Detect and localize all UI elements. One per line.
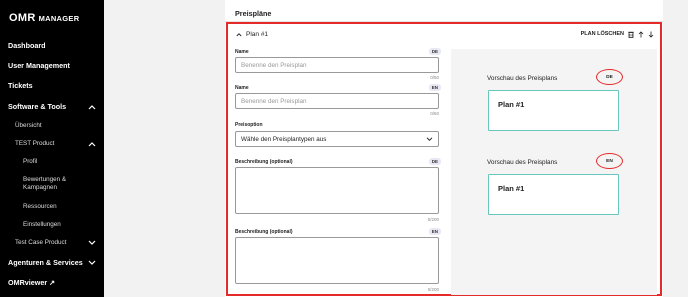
sidebar-item-test-case-product[interactable]: Test Case Product [15, 239, 96, 246]
logo-text: OMR [9, 12, 36, 24]
chevron-down-icon[interactable] [88, 260, 96, 266]
sidebar: OMR MANAGER Dashboard User Management Ti… [0, 0, 104, 297]
arrow-down-icon[interactable] [648, 31, 654, 38]
sidebar-item-user-management[interactable]: User Management [8, 61, 96, 70]
name-de-label-row: Name DE [235, 48, 441, 55]
arrow-up-icon[interactable] [638, 30, 644, 38]
preview-de-card-title: Plan #1 [498, 100, 525, 109]
preview-en-card: Plan #1 [488, 174, 619, 215]
description-en-label-row: Beschreibung (optional) EN [235, 228, 441, 235]
right-gutter [663, 0, 688, 297]
sidebar-item-agenturen-services[interactable]: Agenturen & Services [8, 258, 96, 267]
sidebar-item-bewertungen[interactable]: Bewertungen & Kampagnen [23, 176, 83, 192]
description-en-counter: 0/200 [427, 287, 439, 292]
name-en-label-row: Name EN [235, 84, 441, 91]
sidebar-item-ressourcen[interactable]: Ressourcen [23, 203, 96, 210]
name-en-placeholder: Benenne den Preisplan [241, 97, 307, 105]
name-en-label: Name [235, 84, 249, 91]
trash-icon[interactable] [628, 31, 634, 38]
plan-header: Plan #1 PLAN LÖSCHEN [236, 29, 654, 39]
language-badge-en: EN [428, 84, 441, 91]
name-en-input[interactable]: Benenne den Preisplan [235, 93, 439, 109]
price-option-label-row: Preisoption [235, 122, 441, 128]
sidebar-item-tickets[interactable]: Tickets [8, 81, 96, 90]
sidebar-item-label: User Management [8, 61, 70, 70]
sidebar-item-label: Software & Tools [8, 102, 67, 111]
chevron-down-icon[interactable] [88, 240, 96, 246]
preview-en-label: Vorschau des Preisplans [487, 159, 558, 166]
sidebar-item-einstellungen[interactable]: Einstellungen [23, 221, 96, 228]
description-de-label: Beschreibung (optional) [235, 158, 293, 165]
language-badge-de: DE [428, 48, 441, 55]
chevron-down-icon [426, 136, 433, 142]
sidebar-item-label: Einstellungen [23, 221, 61, 228]
preview-de-label: Vorschau des Preisplans [487, 75, 558, 82]
sidebar-item-uebersicht[interactable]: Übersicht [15, 122, 96, 129]
price-plan-card: Plan #1 PLAN LÖSCHEN Name DE Benenne den… [226, 22, 662, 296]
sidebar-item-label: OMRviewer ↗ [8, 278, 56, 287]
sidebar-item-profil[interactable]: Profil [23, 158, 96, 165]
name-de-placeholder: Benenne den Preisplan [241, 61, 307, 69]
description-de-label-row: Beschreibung (optional) DE [235, 158, 441, 165]
sidebar-item-software-tools[interactable]: Software & Tools [8, 102, 96, 111]
main-content: Preispläne Plan #1 PLAN LÖSCHEN Name DE … [225, 0, 663, 297]
delete-plan-button[interactable]: PLAN LÖSCHEN [581, 31, 624, 37]
sidebar-item-label: Dashboard [8, 41, 46, 50]
description-en-label: Beschreibung (optional) [235, 228, 293, 235]
name-de-label: Name [235, 48, 249, 55]
price-option-label: Preisoption [235, 122, 263, 128]
chevron-up-icon[interactable] [236, 32, 242, 37]
logo-subtitle: MANAGER [38, 13, 80, 23]
price-option-value: Wähle den Preisplantypen aus [241, 135, 327, 143]
preview-de-card: Plan #1 [488, 90, 619, 131]
sidebar-item-label: Tickets [8, 81, 33, 90]
description-de-counter: 0/200 [427, 217, 439, 222]
chevron-up-icon[interactable] [88, 104, 96, 110]
language-badge-en: EN [428, 228, 441, 235]
sidebar-item-dashboard[interactable]: Dashboard [8, 41, 96, 50]
plan-preview-panel: Vorschau des Preisplans DE Plan #1 Vorsc… [451, 49, 657, 295]
preview-de-language: DE [596, 69, 623, 85]
price-option-select[interactable]: Wähle den Preisplantypen aus [235, 131, 439, 147]
plan-title: Plan #1 [246, 30, 269, 38]
sidebar-item-label: Bewertungen & Kampagnen [23, 176, 67, 191]
plan-actions: PLAN LÖSCHEN [581, 30, 654, 38]
preview-en-card-title: Plan #1 [498, 184, 525, 193]
section-title: Preispläne [235, 9, 272, 18]
description-de-textarea[interactable] [235, 167, 439, 214]
sidebar-item-label: TEST Product [15, 140, 55, 147]
sidebar-item-label: Übersicht [15, 122, 42, 129]
name-de-counter: 0/50 [430, 75, 439, 80]
sidebar-item-label: Agenturen & Services [8, 258, 83, 267]
name-de-input[interactable]: Benenne den Preisplan [235, 57, 439, 73]
language-badge-de: DE [428, 158, 441, 165]
chevron-up-icon[interactable] [88, 141, 96, 147]
sidebar-item-label: Test Case Product [15, 239, 67, 246]
name-en-counter: 0/50 [430, 111, 439, 116]
sidebar-item-omrviewer[interactable]: OMRviewer ↗ [8, 278, 96, 287]
omr-logo[interactable]: OMR MANAGER [9, 12, 79, 24]
left-gutter [104, 0, 225, 297]
sidebar-item-label: Ressourcen [23, 203, 57, 210]
sidebar-item-test-product[interactable]: TEST Product [15, 140, 96, 147]
description-en-textarea[interactable] [235, 237, 439, 284]
preview-en-language: EN [596, 153, 623, 169]
sidebar-item-label: Profil [23, 158, 38, 165]
plan-title-toggle[interactable]: Plan #1 [236, 31, 268, 38]
